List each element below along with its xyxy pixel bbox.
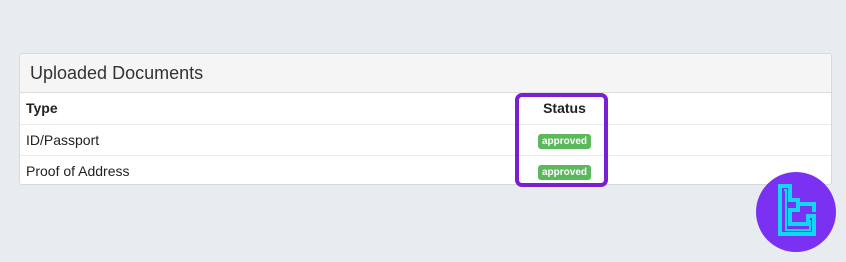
panel-title: Uploaded Documents [20,54,831,93]
table-row: ID/Passport approved [20,123,831,155]
status-cell: approved [517,154,612,184]
status-cell: approved [517,123,612,155]
table-row: Proof of Address approved [20,154,831,184]
document-type-cell: ID/Passport [20,123,517,155]
document-type-cell: Proof of Address [20,154,517,184]
tc-logo-mark [778,184,816,236]
type-column-header: Type [26,100,58,117]
empty-column-header [612,93,831,124]
status-badge: approved [537,164,591,180]
status-badge: approved [537,133,591,149]
table-header-row: Type Status [20,93,831,124]
status-column-header: Status [543,100,586,117]
uploaded-documents-panel: Uploaded Documents Type Status ID/Passpo… [19,53,832,185]
documents-table: Type Status ID/Passport approved Proof o… [20,93,831,184]
tc-logo-icon [756,172,836,252]
empty-cell [612,123,831,155]
